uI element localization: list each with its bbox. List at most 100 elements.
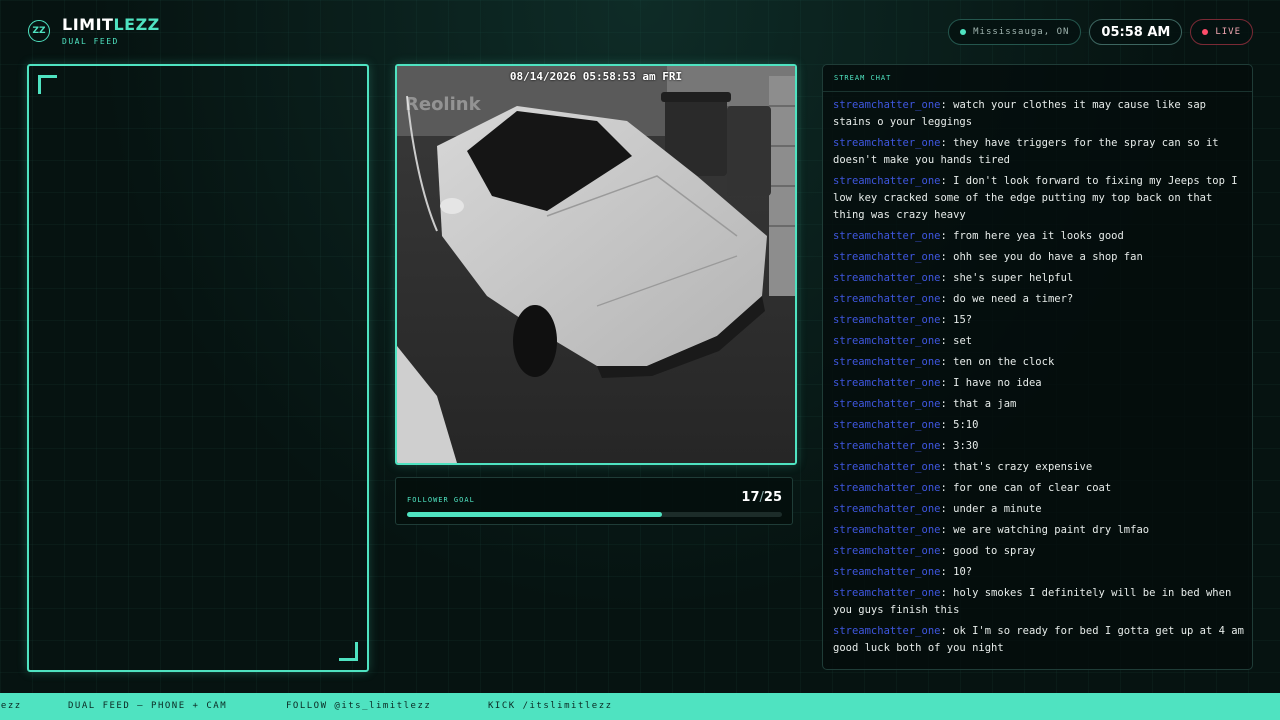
live-dot-icon — [1202, 29, 1209, 35]
chat-username[interactable]: streamchatter_one — [833, 566, 940, 578]
chat-colon: : — [940, 377, 954, 389]
chat-colon: : — [940, 440, 954, 452]
chat-message: streamchatter_one: for one can of clear … — [833, 480, 1246, 497]
chat-message: streamchatter_one: ten on the clock — [833, 354, 1246, 371]
chat-username[interactable]: streamchatter_one — [833, 482, 940, 494]
chat-message: streamchatter_one: set — [833, 333, 1246, 350]
chat-username[interactable]: streamchatter_one — [833, 314, 940, 326]
cam-timestamp: 08/14/2026 05:58:53 am FRI — [509, 70, 683, 83]
chat-colon: : — [940, 314, 954, 326]
live-badge: LIVE — [1190, 19, 1253, 45]
follower-goal-label: FOLLOWER GOAL — [407, 496, 475, 504]
brand-name-part2: LEZZ — [113, 15, 160, 34]
chat-username[interactable]: streamchatter_one — [833, 272, 940, 284]
chat-text: she's super helpful — [953, 272, 1074, 284]
goal-target: 25 — [763, 490, 782, 505]
chat-username[interactable]: streamchatter_one — [833, 175, 940, 187]
chat-text: ohh see you do have a shop fan — [953, 251, 1143, 263]
ticker-item: DUAL FEED — PHONE + CAM — [68, 701, 228, 711]
chat-text: that a jam — [953, 398, 1017, 410]
chat-colon: : — [940, 175, 954, 187]
chat-colon: : — [940, 587, 954, 599]
chat-text: 3:30 — [953, 440, 979, 452]
chat-message: streamchatter_one: I have no idea — [833, 375, 1246, 392]
chat-text: 15? — [953, 314, 973, 326]
location-badge: Mississauga, ON — [948, 19, 1082, 45]
chat-colon: : — [940, 356, 954, 368]
chat-username[interactable]: streamchatter_one — [833, 377, 940, 389]
chat-colon: : — [940, 251, 954, 263]
chat-colon: : — [940, 335, 954, 347]
stream-chat-panel: STREAM CHAT streamchatter_one: watch you… — [822, 64, 1253, 670]
chat-colon: : — [940, 272, 954, 284]
chat-username[interactable]: streamchatter_one — [833, 625, 940, 637]
chat-text: set — [953, 335, 973, 347]
chat-message-list: streamchatter_one: watch your clothes it… — [833, 97, 1246, 661]
frame-corner-bottom-right — [339, 642, 358, 661]
chat-username[interactable]: streamchatter_one — [833, 356, 940, 368]
chat-text: 10? — [953, 566, 973, 578]
chat-username[interactable]: streamchatter_one — [833, 293, 940, 305]
chat-text: good to spray — [953, 545, 1036, 557]
chat-message: streamchatter_one: I don't look forward … — [833, 173, 1246, 224]
chat-username[interactable]: streamchatter_one — [833, 398, 940, 410]
chat-username[interactable]: streamchatter_one — [833, 545, 940, 557]
chat-username[interactable]: streamchatter_one — [833, 137, 940, 149]
chat-message: streamchatter_one: they have triggers fo… — [833, 135, 1246, 169]
chat-message: streamchatter_one: ok I'm so ready for b… — [833, 623, 1246, 657]
location-dot-icon — [960, 29, 967, 35]
ticker-item: FOLLOW @its_limitlezz — [286, 701, 432, 711]
location-text: Mississauga, ON — [973, 27, 1070, 37]
chat-username[interactable]: streamchatter_one — [833, 524, 940, 536]
chat-text: from here yea it looks good — [953, 230, 1124, 242]
chat-message: streamchatter_one: holy smokes I definit… — [833, 585, 1246, 619]
chat-colon: : — [940, 625, 954, 637]
chat-message: streamchatter_one: that a jam — [833, 396, 1246, 413]
brand-subtitle: DUAL FEED — [62, 37, 119, 46]
chat-username[interactable]: streamchatter_one — [833, 503, 940, 515]
chat-username[interactable]: streamchatter_one — [833, 419, 940, 431]
chat-colon: : — [940, 545, 954, 557]
chat-colon: : — [940, 482, 954, 494]
chat-message: streamchatter_one: 5:10 — [833, 417, 1246, 434]
chat-username[interactable]: streamchatter_one — [833, 251, 940, 263]
chat-colon: : — [940, 419, 954, 431]
cam-image — [397, 66, 795, 463]
chat-message: streamchatter_one: watch your clothes it… — [833, 97, 1246, 131]
clock-text: 05:58 AM — [1101, 24, 1171, 40]
chat-username[interactable]: streamchatter_one — [833, 461, 940, 473]
brand-text: LIMITLEZZ DUAL FEED — [62, 16, 160, 47]
chat-text: that's crazy expensive — [953, 461, 1093, 473]
follower-goal-count: 17/25 — [741, 490, 782, 505]
live-text: LIVE — [1215, 27, 1241, 37]
brand-name: LIMITLEZZ — [62, 16, 160, 34]
brand-name-part1: LIMIT — [62, 15, 114, 34]
frame-corner-top-left — [38, 75, 57, 94]
chat-text: we are watching paint dry lmfao — [953, 524, 1150, 536]
chat-username[interactable]: streamchatter_one — [833, 335, 940, 347]
follower-goal-card: FOLLOWER GOAL 17/25 — [395, 477, 793, 525]
chat-username[interactable]: streamchatter_one — [833, 587, 940, 599]
chat-username[interactable]: streamchatter_one — [833, 440, 940, 452]
brand-header: ZZ LIMITLEZZ DUAL FEED — [28, 16, 160, 46]
follower-goal-progress-fill — [407, 512, 662, 517]
chat-colon: : — [940, 398, 954, 410]
goal-current: 17 — [741, 490, 760, 505]
chat-colon: : — [940, 230, 954, 242]
clock-badge: 05:58 AM — [1089, 19, 1183, 45]
chat-colon: : — [940, 503, 954, 515]
chat-colon: : — [940, 461, 954, 473]
chat-username[interactable]: streamchatter_one — [833, 230, 940, 242]
chat-message: streamchatter_one: we are watching paint… — [833, 522, 1246, 539]
follower-goal-progress-track — [407, 512, 782, 517]
chat-username[interactable]: streamchatter_one — [833, 99, 940, 111]
ticker-item: lezz — [0, 701, 22, 711]
chat-message: streamchatter_one: do we need a timer? — [833, 291, 1246, 308]
ticker-item: KICK /itslimitlezz — [488, 701, 613, 711]
phone-feed-frame — [27, 64, 369, 672]
chat-text: for one can of clear coat — [953, 482, 1112, 494]
chat-colon: : — [940, 137, 954, 149]
chat-text: ten on the clock — [953, 356, 1055, 368]
chat-title: STREAM CHAT — [834, 74, 892, 82]
chat-message: streamchatter_one: 10? — [833, 564, 1246, 581]
